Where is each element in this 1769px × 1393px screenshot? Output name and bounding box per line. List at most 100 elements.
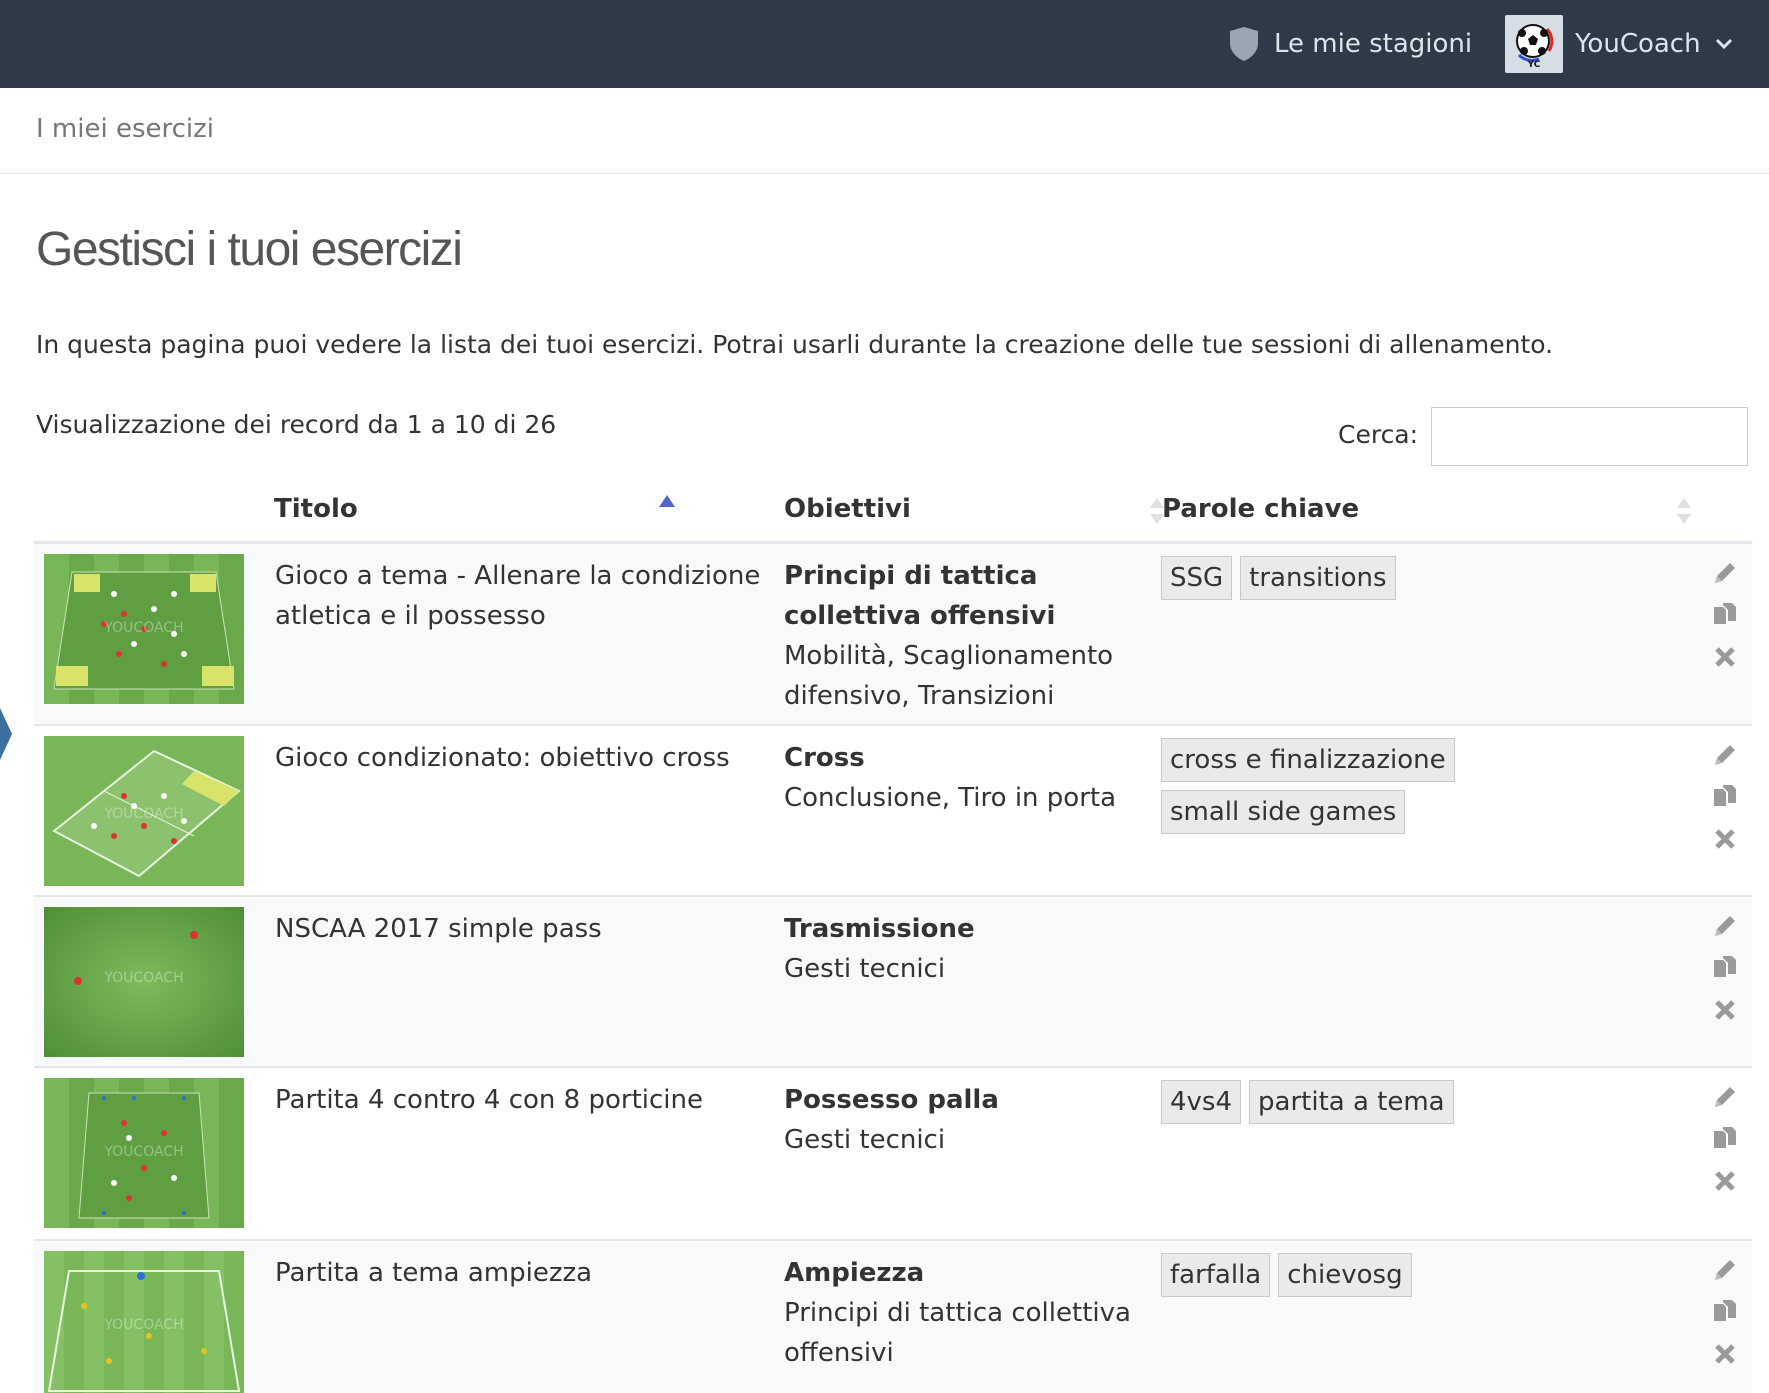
- duplicate-button[interactable]: [1710, 953, 1740, 983]
- objective-sub: Gesti tecnici: [784, 954, 946, 984]
- close-icon: [1715, 647, 1735, 667]
- close-icon: [1715, 1171, 1735, 1191]
- delete-button[interactable]: [1710, 642, 1740, 672]
- exercise-objectives: Possesso palla Gesti tecnici: [784, 1080, 1134, 1160]
- my-seasons-label: Le mie stagioni: [1274, 29, 1473, 59]
- search-input[interactable]: [1431, 407, 1748, 466]
- delete-button[interactable]: [1710, 824, 1740, 854]
- close-icon: [1715, 1344, 1735, 1364]
- edit-button[interactable]: [1710, 558, 1740, 588]
- objective-main: Cross: [784, 743, 865, 773]
- column-header-objectives[interactable]: Obiettivi: [784, 494, 911, 524]
- pencil-icon: [1715, 1260, 1735, 1280]
- pencil-icon: [1715, 745, 1735, 765]
- objective-sub: Mobilità, Scaglionamento difensivo, Tran…: [784, 641, 1114, 711]
- page-title: Gestisci i tuoi esercizi: [36, 223, 463, 276]
- delete-button[interactable]: [1710, 1166, 1740, 1196]
- edit-button[interactable]: [1710, 911, 1740, 941]
- table-row: YOUCOACH Gioco a tema - Allenare la cond…: [34, 544, 1752, 726]
- exercise-title[interactable]: Gioco a tema - Allenare la condizione at…: [275, 556, 765, 636]
- objective-main: Possesso palla: [784, 1085, 999, 1115]
- delete-button[interactable]: [1710, 1339, 1740, 1369]
- table-row: YOUCOACH Gioco condizionato: obiettivo c…: [34, 726, 1752, 897]
- user-name: YouCoach: [1575, 29, 1701, 59]
- table-row: YOUCOACH NSCAA 2017 simple pass Trasmiss…: [34, 897, 1752, 1068]
- exercise-objectives: Ampiezza Principi di tattica collettiva …: [784, 1253, 1134, 1373]
- objective-sub: Gesti tecnici: [784, 1125, 946, 1155]
- page-intro: In questa pagina puoi vedere la lista de…: [36, 330, 1554, 359]
- shield-icon: [1230, 27, 1258, 61]
- copy-icon: [1714, 785, 1736, 806]
- exercise-title[interactable]: Partita a tema ampiezza: [275, 1253, 765, 1293]
- keyword-tag[interactable]: transitions: [1240, 556, 1396, 600]
- keyword-tag[interactable]: chievosg: [1278, 1253, 1412, 1297]
- breadcrumb: I miei esercizi: [0, 88, 1769, 174]
- exercise-thumbnail[interactable]: YOUCOACH: [44, 1078, 244, 1228]
- avatar: YC: [1505, 15, 1563, 73]
- keyword-tag[interactable]: 4vs4: [1161, 1080, 1242, 1124]
- exercise-keywords: 4vs4 partita a tema: [1161, 1080, 1661, 1132]
- top-navbar: Le mie stagioni YC YouCoach: [0, 0, 1769, 88]
- objective-sub: Principi di tattica collettiva offensivi: [784, 1298, 1131, 1368]
- exercise-title[interactable]: Gioco condizionato: obiettivo cross: [275, 738, 765, 778]
- records-info: Visualizzazione dei record da 1 a 10 di …: [36, 410, 557, 439]
- keyword-tag[interactable]: farfalla: [1161, 1253, 1271, 1297]
- objective-main: Principi di tattica collettiva offensivi: [784, 561, 1056, 631]
- my-seasons-link[interactable]: Le mie stagioni: [1228, 0, 1472, 88]
- exercise-objectives: Principi di tattica collettiva offensivi…: [784, 556, 1134, 716]
- user-menu[interactable]: YC YouCoach: [1505, 0, 1733, 88]
- exercise-keywords: SSG transitions: [1161, 556, 1661, 608]
- keyword-tag[interactable]: cross e finalizzazione: [1161, 738, 1455, 782]
- keyword-tag[interactable]: SSG: [1161, 556, 1233, 600]
- delete-button[interactable]: [1710, 995, 1740, 1025]
- soccer-ball-icon: YC: [1516, 24, 1554, 69]
- copy-icon: [1714, 1127, 1736, 1148]
- copy-icon: [1714, 603, 1736, 624]
- exercise-table: YOUCOACH Gioco a tema - Allenare la cond…: [34, 544, 1752, 1393]
- close-icon: [1715, 829, 1735, 849]
- duplicate-button[interactable]: [1710, 600, 1740, 630]
- close-icon: [1715, 1000, 1735, 1020]
- edit-button[interactable]: [1710, 740, 1740, 770]
- table-row: YOUCOACH Partita a tema ampiezza Ampiezz…: [34, 1241, 1752, 1393]
- exercise-title[interactable]: Partita 4 contro 4 con 8 porticine: [275, 1080, 765, 1120]
- table-row: YOUCOACH Partita 4 contro 4 con 8 portic…: [34, 1068, 1752, 1241]
- sidebar-toggle-arrow[interactable]: [0, 708, 12, 760]
- edit-button[interactable]: [1710, 1082, 1740, 1112]
- exercise-keywords: cross e finalizzazione small side games: [1161, 738, 1661, 842]
- exercise-thumbnail[interactable]: YOUCOACH: [44, 1251, 244, 1393]
- thumbnail-watermark: YOUCOACH: [103, 620, 183, 636]
- objective-main: Trasmissione: [784, 914, 975, 944]
- exercise-keywords: farfalla chievosg: [1161, 1253, 1661, 1305]
- copy-icon: [1714, 1300, 1736, 1321]
- table-header: Titolo Obiettivi Parole chiave: [34, 486, 1752, 544]
- chevron-down-icon: [1715, 38, 1732, 50]
- thumbnail-watermark: YOUCOACH: [103, 1144, 183, 1160]
- duplicate-button[interactable]: [1710, 1297, 1740, 1327]
- duplicate-button[interactable]: [1710, 782, 1740, 812]
- exercise-thumbnail[interactable]: YOUCOACH: [44, 554, 244, 704]
- exercise-objectives: Trasmissione Gesti tecnici: [784, 909, 1134, 989]
- thumbnail-watermark: YOUCOACH: [103, 806, 183, 822]
- keyword-tag[interactable]: partita a tema: [1249, 1080, 1454, 1124]
- edit-button[interactable]: [1710, 1255, 1740, 1285]
- breadcrumb-item-my-exercises[interactable]: I miei esercizi: [36, 114, 214, 144]
- sort-both-icon[interactable]: [1675, 496, 1693, 526]
- column-header-keywords[interactable]: Parole chiave: [1162, 494, 1359, 524]
- keyword-tag[interactable]: small side games: [1161, 790, 1406, 834]
- pencil-icon: [1715, 1087, 1735, 1107]
- exercise-thumbnail[interactable]: YOUCOACH: [44, 907, 244, 1057]
- avatar-initials: YC: [1527, 60, 1541, 69]
- pencil-icon: [1715, 563, 1735, 583]
- thumbnail-watermark: YOUCOACH: [103, 1317, 183, 1333]
- exercise-objectives: Cross Conclusione, Tiro in porta: [784, 738, 1134, 818]
- duplicate-button[interactable]: [1710, 1124, 1740, 1154]
- sort-asc-icon[interactable]: [658, 494, 676, 508]
- copy-icon: [1714, 956, 1736, 977]
- search-label: Cerca:: [1338, 420, 1419, 449]
- column-header-title[interactable]: Titolo: [274, 494, 358, 524]
- objective-sub: Conclusione, Tiro in porta: [784, 783, 1117, 813]
- exercise-title[interactable]: NSCAA 2017 simple pass: [275, 909, 765, 949]
- exercise-thumbnail[interactable]: YOUCOACH: [44, 736, 244, 886]
- thumbnail-watermark: YOUCOACH: [103, 970, 183, 986]
